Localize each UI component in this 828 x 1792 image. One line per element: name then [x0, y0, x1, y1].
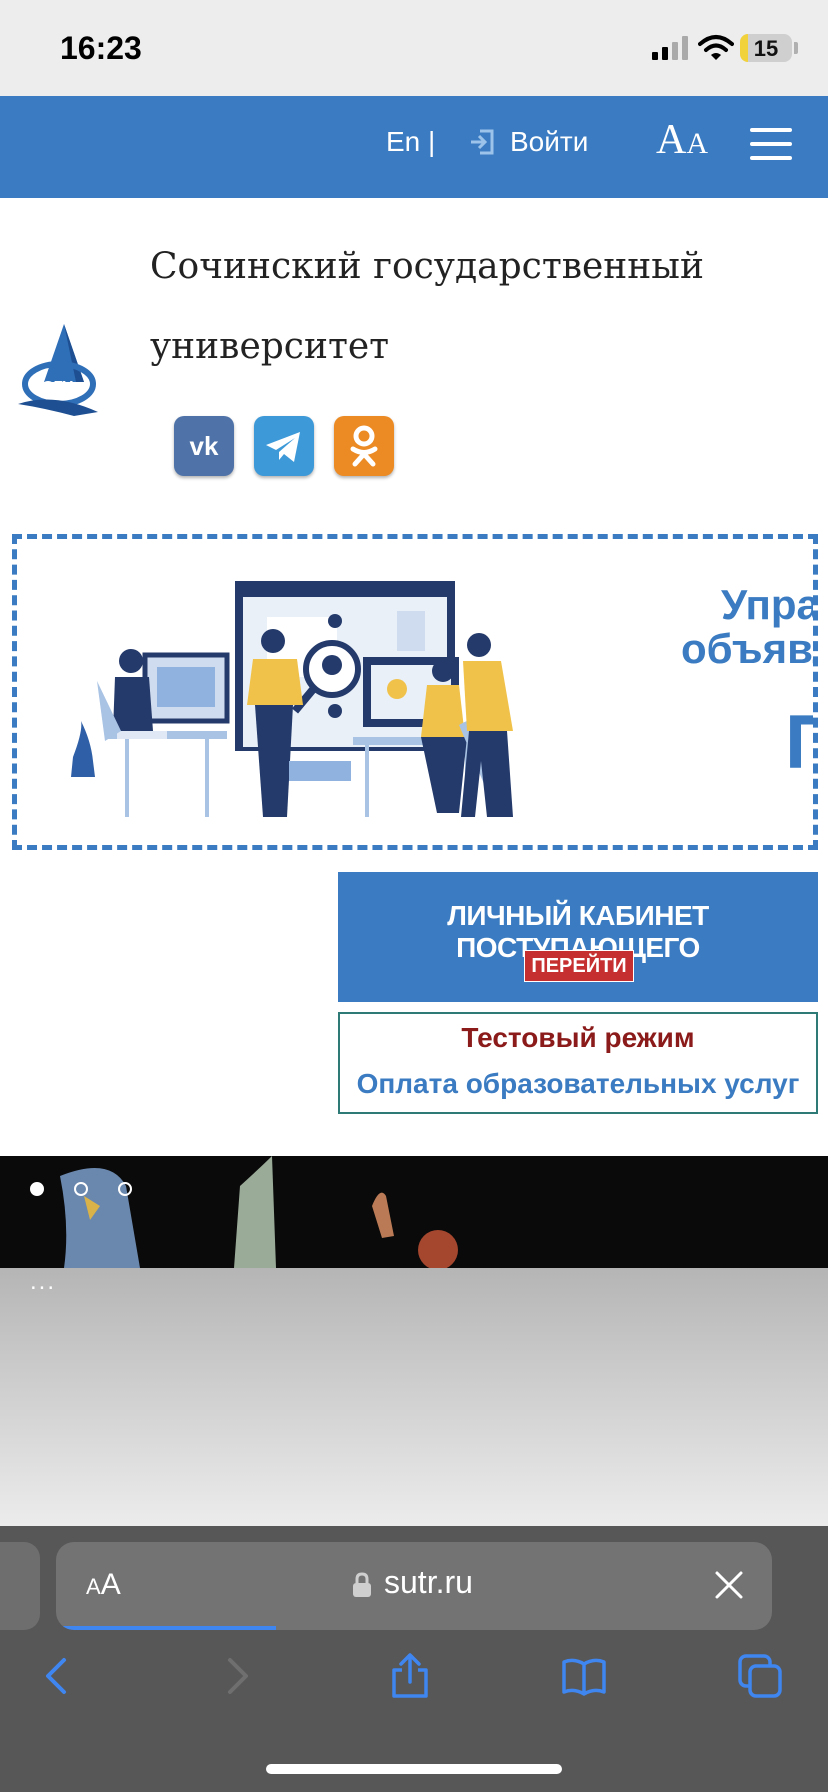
university-name-line1: Сочинский государственный [150, 246, 704, 287]
share-icon[interactable] [386, 1652, 434, 1700]
slider-caption-area [0, 1268, 828, 1526]
chevron-right-icon[interactable] [212, 1652, 260, 1700]
login-icon[interactable] [468, 128, 496, 156]
site-header: En | Войти AA [0, 96, 828, 198]
address-bar[interactable]: AA sutr.ru [56, 1542, 772, 1630]
book-icon[interactable] [560, 1652, 608, 1700]
banner-heading-line3: П [785, 699, 813, 786]
university-logo[interactable]: СГУ [14, 322, 100, 418]
close-icon[interactable] [714, 1570, 744, 1600]
office-illustration [71, 581, 513, 817]
reader-settings-big-letter: A [100, 1568, 121, 1601]
signal-icon [652, 36, 688, 60]
slider-more-indicator[interactable]: ... [30, 1268, 56, 1296]
banner-heading-line2: объявл [681, 625, 813, 672]
slider-dot-3[interactable] [118, 1182, 132, 1196]
payment-services-link[interactable]: Оплата образовательных услуг [340, 1068, 816, 1100]
reader-settings-small-letter: A [86, 1574, 101, 1599]
promo-banner[interactable]: Управ объявл П [12, 534, 818, 850]
language-switch-link[interactable]: En | [386, 126, 435, 158]
login-link[interactable]: Войти [510, 126, 588, 158]
slider-dot-1[interactable] [30, 1182, 44, 1196]
battery-cap [794, 42, 798, 54]
font-size-small-letter: A [686, 127, 709, 160]
telegram-icon[interactable] [254, 416, 314, 476]
font-size-big-letter: A [656, 117, 687, 163]
battery-icon: 15 [740, 34, 792, 62]
reader-settings-button[interactable]: AA [86, 1568, 121, 1602]
vk-icon[interactable]: vk [174, 416, 234, 476]
banner-heading-line1: Управ [721, 581, 818, 628]
address-url[interactable]: sutr.ru [384, 1564, 473, 1601]
payment-box[interactable]: Тестовый режим Оплата образовательных ус… [338, 1012, 818, 1114]
slider-dot-2[interactable] [74, 1182, 88, 1196]
payment-test-mode-label: Тестовый режим [461, 1022, 695, 1053]
photo-slider[interactable] [0, 1156, 828, 1268]
applicant-cabinet-go-button[interactable]: ПЕРЕЙТИ [524, 950, 634, 982]
font-size-button[interactable]: AA [656, 116, 708, 164]
tabs-icon[interactable] [736, 1652, 784, 1700]
ok-icon[interactable] [334, 416, 394, 476]
status-time: 16:23 [60, 30, 142, 66]
home-indicator[interactable] [266, 1764, 562, 1774]
svg-text:СГУ: СГУ [42, 379, 74, 396]
status-bar: 16:23 15 [0, 0, 828, 96]
battery-percent: 15 [753, 36, 779, 61]
page-load-progress [56, 1626, 276, 1630]
wifi-icon [698, 35, 734, 60]
hamburger-menu-icon[interactable] [750, 128, 792, 162]
university-name-line2: университет [150, 326, 390, 367]
applicant-cabinet-banner[interactable]: ЛИЧНЫЙ КАБИНЕТ ПОСТУПАЮЩЕГО ПЕРЕЙТИ [338, 872, 818, 1002]
slider-photo [60, 1156, 458, 1268]
lock-icon [353, 1572, 371, 1597]
svg-text:vk: vk [190, 431, 219, 461]
previous-tab-stub[interactable] [0, 1542, 40, 1630]
chevron-left-icon[interactable] [34, 1652, 82, 1700]
